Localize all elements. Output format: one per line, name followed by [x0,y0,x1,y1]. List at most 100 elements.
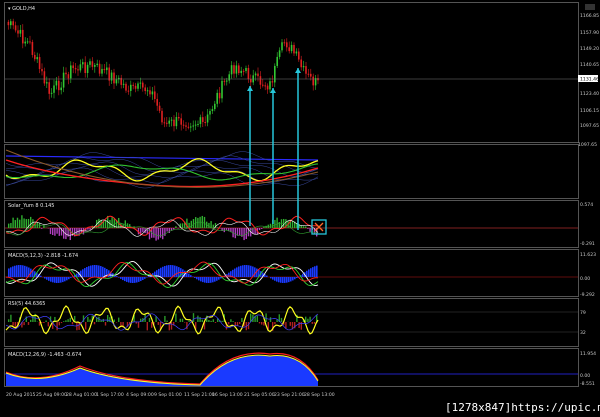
solar-bar [142,228,144,233]
rsi-bar [12,322,14,326]
macd-fast-bar [40,275,42,277]
macd-fast-bar [284,277,286,283]
price-tick-label: 1149.20 [580,46,599,52]
candle-body [122,83,125,85]
macd-fast-bar [148,276,150,277]
macd-fast-bar [234,268,236,277]
solar-bar [166,228,168,232]
macd-fast-bar [90,265,92,277]
candle-body [250,79,252,83]
rsi-bar [230,319,232,322]
candle-body [12,21,14,26]
rsi-panel[interactable] [4,298,579,347]
rsi-bar [113,319,115,322]
candle-body [202,117,204,122]
candle-body [230,65,233,75]
rsi-bar [166,320,168,322]
candle-body [307,73,310,75]
solar-bar [181,223,184,228]
rsi-bar [157,322,159,325]
macd-fast-bar [256,268,258,277]
candle-body [214,103,216,110]
time-tick-label: 4 Sep 09:00 [126,392,154,398]
time-tick-label: 11 Sep 21:00 [184,392,215,398]
candle-body [89,61,91,65]
macd-fast-bar [290,277,292,282]
macd-fast-bar [236,267,238,277]
macd-fast-bar [274,277,276,281]
macd-fast-bar [96,265,98,277]
solar-bar [307,228,309,229]
macd-fast-bar [126,277,128,282]
candle-body [106,67,108,71]
macd-fast-bar [116,276,118,277]
macd-fast-bar [98,265,100,277]
solar-bar [58,228,60,236]
candle-body [262,84,264,86]
macd-slow-area [6,355,318,386]
rsi-bar [214,322,217,323]
candle-body [82,62,84,65]
solar-title: Solar_Yum 8 0.145 [8,203,54,209]
macd-fast-bar [294,277,296,280]
rsi-bar [63,321,65,322]
solar-bar [173,228,175,230]
macd-fast-bar [164,265,166,277]
rsi-bar [184,322,186,323]
candle-body [245,68,247,72]
rsi-bar [137,322,140,328]
macd-fast-bar [86,267,88,277]
macd-fast-bottom: -9.292 [580,292,595,298]
macd-fast-bar [238,266,240,277]
rsi-bar [265,313,267,322]
solar-bar [19,219,21,228]
time-tick-label: 1 Sep 17:00 [96,392,124,398]
macd-fast-bar [46,277,48,280]
rsi-bar [175,313,177,322]
solar-bar [56,228,58,234]
candle-body [22,29,24,44]
macd-fast-bar [200,277,202,282]
macd-fast-bar [266,275,268,277]
solar-panel[interactable] [4,200,579,248]
candle-body [178,116,180,119]
macd-fast-bar [172,265,174,277]
macd-fast-bar [178,267,180,277]
macd-fast-zero: 0.00 [580,276,590,282]
rsi-bar [146,322,148,331]
candle-body [132,84,134,86]
candle-body [14,25,17,31]
rsi-bar [67,319,69,322]
macd-fast-bar [100,266,102,277]
solar-bar [217,227,219,228]
solar-bar [23,218,25,228]
macd-fast-bar [190,275,192,277]
price-panel[interactable] [4,2,579,143]
rsi-bar [148,318,151,322]
price-axis: 1166.85 1157.90 1149.20 1140.65 1123.40 1106.… [580,13,599,129]
candle-body [142,82,144,88]
candle-body [240,70,242,74]
candle-body [238,65,240,74]
solar-bar [21,215,23,228]
solar-bar [263,226,265,228]
rsi-bar [258,322,261,324]
candle-body [247,68,250,80]
macd-fast-bar [128,277,130,283]
solar-bar [16,217,19,228]
candle-body [98,63,101,74]
macd-fast-bar [44,277,46,279]
macd-fast-bar [142,277,144,281]
candle-body [173,119,175,127]
candle-body [274,65,276,83]
mt4-chart-window[interactable]: ▾ GOLD,H4 1166.851157.901149.201140.6511… [0,0,600,417]
solar-bar [199,216,201,228]
candle-body [242,70,245,72]
candle-body [115,79,118,84]
solar-bar [49,228,52,235]
scroll-marker[interactable] [585,4,595,10]
arrow-head-icon [295,68,301,73]
macd-fast-bar [210,277,212,283]
macd-fast-bar [202,277,204,283]
macd-fast-bar [130,277,132,283]
